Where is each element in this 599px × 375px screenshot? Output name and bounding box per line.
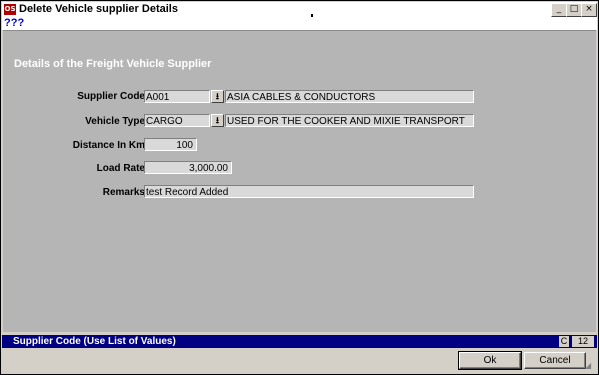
vehicle-type-lov-button[interactable]: ⭳: [211, 114, 224, 127]
help-menu[interactable]: ???: [4, 17, 24, 29]
ok-button[interactable]: Ok: [458, 351, 522, 370]
button-bar: Ok Cancel ◢: [2, 349, 597, 373]
window-title: Delete Vehicle supplier Details: [19, 3, 178, 15]
distance-label: Distance In Km: [72, 140, 145, 151]
form-heading: Details of the Freight Vehicle Supplier: [14, 58, 212, 70]
resize-grip-icon[interactable]: ◢: [585, 361, 595, 371]
remarks-label: Remarks: [102, 187, 145, 198]
menu-bar: ???: [2, 17, 597, 30]
minimize-icon[interactable]: _: [551, 3, 567, 17]
status-count: 12: [572, 336, 594, 347]
title-bar[interactable]: OS Delete Vehicle supplier Details _ □ ×: [2, 2, 597, 18]
distance-input[interactable]: 100: [144, 138, 197, 151]
down-arrow-icon: ⭳: [215, 91, 220, 101]
maximize-icon[interactable]: □: [566, 3, 582, 17]
app-window: OS Delete Vehicle supplier Details _ □ ×…: [0, 0, 599, 375]
status-mode: C: [559, 336, 569, 347]
vehicle-type-description-field: USED FOR THE COOKER AND MIXIE TRANSPORT: [225, 114, 474, 127]
down-arrow-icon: ⭳: [215, 115, 220, 125]
status-hint: Supplier Code (Use List of Values): [13, 336, 176, 347]
supplier-code-label: Supplier Code: [77, 91, 145, 102]
cancel-button[interactable]: Cancel: [524, 352, 586, 369]
load-rate-input[interactable]: 3,000.00: [144, 161, 232, 174]
divider: [311, 14, 313, 17]
vehicle-type-input[interactable]: CARGO: [144, 114, 210, 127]
form-area: Details of the Freight Vehicle Supplier …: [3, 30, 596, 332]
app-logo-icon[interactable]: OS: [4, 4, 16, 15]
supplier-code-lov-button[interactable]: ⭳: [211, 90, 224, 103]
supplier-name-field: ASIA CABLES & CONDUCTORS: [225, 90, 474, 103]
supplier-code-input[interactable]: A001: [144, 90, 210, 103]
remarks-input[interactable]: test Record Added: [144, 185, 474, 198]
close-icon[interactable]: ×: [581, 3, 597, 17]
status-bar: Supplier Code (Use List of Values) C 12: [2, 335, 597, 348]
vehicle-type-label: Vehicle Type: [85, 116, 145, 127]
load-rate-label: Load Rate: [96, 163, 145, 174]
